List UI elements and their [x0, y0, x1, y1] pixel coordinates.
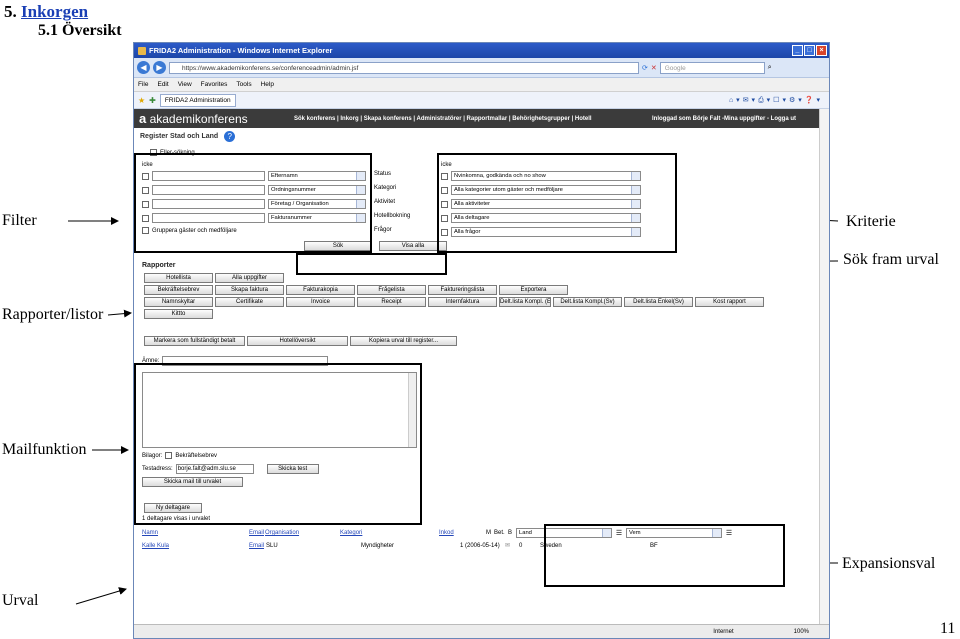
cell-organisation: SLU [266, 542, 278, 549]
hotelloversikt-button[interactable]: Hotellöversikt [247, 336, 348, 346]
kittto-button[interactable]: Kittto [144, 309, 213, 319]
arrow-urval [75, 587, 127, 605]
rapporter-title-row: Rapporter [142, 262, 175, 269]
login-info[interactable]: Inloggad som Börje Falt -Mina uppgifter … [652, 116, 796, 122]
hotellbokning-label: Hotellbokning [374, 213, 411, 219]
site-nav[interactable]: Sök konferens | Inkorg | Skapa konferens… [294, 116, 592, 122]
kategori-label: Kategori [374, 185, 397, 191]
invoice-button[interactable]: Invoice [286, 297, 355, 307]
refresh-icon[interactable]: ⟳ [642, 64, 648, 72]
register-title-row: Register Stad och Land ? [140, 131, 236, 142]
actions-row: Markera som fullständigt betalt Hotellöv… [144, 336, 457, 346]
col-email[interactable]: Email [249, 530, 264, 536]
rapporter-row-1: Hotellista Alla uppgifter [144, 273, 284, 283]
col-m: M [486, 530, 492, 536]
aktivitet-label: Aktivitet [374, 199, 396, 205]
envelope-icon[interactable]: ✉ [505, 542, 519, 549]
favorites-star-icon[interactable]: ★ [138, 96, 145, 105]
exportera-button[interactable]: Exportera [499, 285, 568, 295]
mail-frame [134, 363, 422, 525]
filter-frame [134, 153, 372, 253]
ie-icon [138, 46, 146, 55]
status-zone: Internet [713, 628, 734, 635]
address-input[interactable]: https://www.akademikonferens.se/conferen… [169, 61, 639, 74]
browser-statusbar: Internet 100% [134, 624, 829, 638]
cell-inkod: 1 (2006-05-14) [460, 542, 500, 549]
cell-b: 0 [519, 542, 523, 549]
search-input[interactable]: Google [659, 61, 765, 74]
menu-favorites[interactable]: Favorites [201, 81, 228, 88]
criteria-label-3: Aktivitet [374, 199, 395, 205]
rapporter-row-2: Bekräftelsebrev Skapa faktura Fakturakop… [144, 285, 568, 295]
alla-uppgifter-button[interactable]: Alla uppgifter [215, 273, 284, 283]
markera-betalt-button[interactable]: Markera som fullständigt betalt [144, 336, 245, 346]
internfaktura-button[interactable]: Internfaktura [428, 297, 497, 307]
register-title: Register Stad och Land [140, 133, 219, 140]
criteria-label-1: Status [374, 171, 391, 177]
add-favorite-icon[interactable]: ✚ [149, 96, 156, 105]
page-scrollbar[interactable] [819, 109, 829, 624]
criteria-label-4: Hotellbokning [374, 213, 410, 219]
menu-help[interactable]: Help [261, 81, 274, 88]
favorites-bar: ★ ✚ FRIDA2 Administration ⌂▾✉▾⎙▾☐▾⚙▾❓▾ [134, 92, 829, 109]
browser-titlebar: FRIDA2 Administration - Windows Internet… [134, 43, 829, 58]
namnskyltar-button[interactable]: Namnskyltar [144, 297, 213, 307]
search-icon[interactable]: ⌕ [768, 64, 772, 72]
menu-bar: File Edit View Favorites Tools Help [134, 78, 829, 92]
deltlista-kompl-sv-button[interactable]: Delt.lista Kompl.(Sv) [553, 297, 622, 307]
menu-view[interactable]: View [178, 81, 192, 88]
skapa-faktura-button[interactable]: Skapa faktura [215, 285, 284, 295]
deltlista-enkel-sv-button[interactable]: Delt.lista Enkel(Sv) [624, 297, 693, 307]
forward-icon[interactable]: ▶ [153, 61, 166, 74]
col-b: B [508, 530, 513, 536]
kriterie-frame [437, 153, 677, 253]
arrow-rapporter [107, 309, 132, 318]
kopiera-urval-button[interactable]: Kopiera urval till register... [350, 336, 457, 346]
receipt-button[interactable]: Receipt [357, 297, 426, 307]
maximize-icon[interactable]: □ [804, 45, 815, 56]
browser-title: FRIDA2 Administration - Windows Internet… [149, 46, 333, 55]
menu-edit[interactable]: Edit [157, 81, 168, 88]
rapporter-title: Rapporter [142, 262, 176, 269]
col-namn[interactable]: Namn [142, 530, 249, 536]
faktureringslista-button[interactable]: Faktureringslista [428, 285, 497, 295]
menu-tools[interactable]: Tools [236, 81, 251, 88]
close-icon[interactable]: × [816, 45, 827, 56]
menu-file[interactable]: File [138, 81, 148, 88]
col-bet: Bet. [494, 530, 505, 536]
site-header: a akademikonferens Sök konferens | Inkor… [134, 109, 829, 128]
criteria-label-5: Frågor [374, 227, 392, 233]
col-inkod[interactable]: Inkod [439, 530, 486, 536]
sok-frame [296, 253, 447, 275]
expansion-frame [544, 524, 785, 587]
cell-namn[interactable]: Kalle Kula [142, 543, 249, 549]
help-icon[interactable]: ? [224, 131, 236, 142]
address-bar: ◀ ▶ https://www.akademikonferens.se/conf… [134, 58, 829, 78]
rapporter-row-3: Namnskyltar Certifikate Invoice Receipt … [144, 297, 764, 307]
site-logo: a akademikonferens [139, 111, 248, 126]
zoom-level[interactable]: 100% [794, 629, 809, 635]
minimize-icon[interactable]: _ [792, 45, 803, 56]
bekraftelsebrev-button[interactable]: Bekräftelsebrev [144, 285, 213, 295]
criteria-label-2: Kategori [374, 185, 396, 191]
col-kategori[interactable]: Kategori [340, 530, 439, 536]
toolbar-icons[interactable]: ⌂▾✉▾⎙▾☐▾⚙▾❓▾ [729, 96, 823, 105]
fakturakopia-button[interactable]: Fakturakopia [286, 285, 355, 295]
deltlista-kompl-eng-button[interactable]: Delt.lista Kompl. (Eng) [499, 297, 551, 307]
browser-tab[interactable]: FRIDA2 Administration [159, 93, 236, 107]
col-organisation[interactable]: Organisation [265, 530, 340, 536]
status-label: Status [374, 171, 392, 177]
cell-email[interactable]: Email [249, 543, 266, 549]
back-icon[interactable]: ◀ [137, 61, 150, 74]
hotellista-button[interactable]: Hotellista [144, 273, 213, 283]
cell-kategori: Myndigheter [361, 542, 395, 549]
stop-icon[interactable]: ✕ [651, 64, 657, 72]
fragor-label: Frågor [374, 227, 392, 233]
kost-rapport-button[interactable]: Kost rapport [695, 297, 764, 307]
certifikate-button[interactable]: Certifikate [215, 297, 284, 307]
rapporter-row-4: Kittto [144, 309, 213, 319]
fragelista-button[interactable]: Frågelista [357, 285, 426, 295]
